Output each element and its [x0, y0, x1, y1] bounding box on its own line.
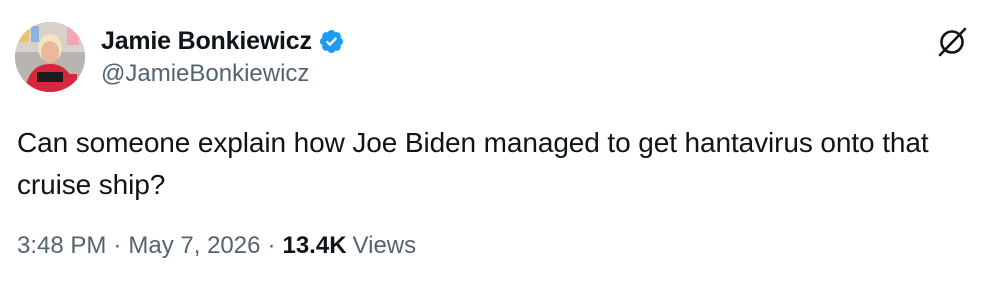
meta-separator: · [267, 232, 276, 259]
tweet-card: Jamie Bonkiewicz @JamieBonkiewicz Can so… [0, 0, 990, 290]
avatar[interactable] [15, 22, 85, 92]
x-logo-icon[interactable] [936, 26, 968, 58]
tweet-date[interactable]: May 7, 2026 [128, 232, 260, 260]
verified-badge-icon [318, 28, 345, 55]
tweet-text: Can someone explain how Joe Biden manage… [17, 127, 929, 200]
author-block: Jamie Bonkiewicz @JamieBonkiewicz [101, 24, 345, 88]
name-row: Jamie Bonkiewicz [101, 24, 345, 58]
views-count: 13.4K [282, 232, 347, 259]
display-name[interactable]: Jamie Bonkiewicz [101, 27, 312, 56]
tweet-meta: 3:48 PM · May 7, 2026 · 13.4K Views [17, 232, 416, 260]
author-handle[interactable]: @JamieBonkiewicz [101, 60, 345, 88]
views-label: Views [352, 232, 417, 259]
meta-separator: · [113, 232, 122, 259]
avatar-image [15, 22, 85, 92]
tweet-time[interactable]: 3:48 PM [17, 232, 106, 260]
